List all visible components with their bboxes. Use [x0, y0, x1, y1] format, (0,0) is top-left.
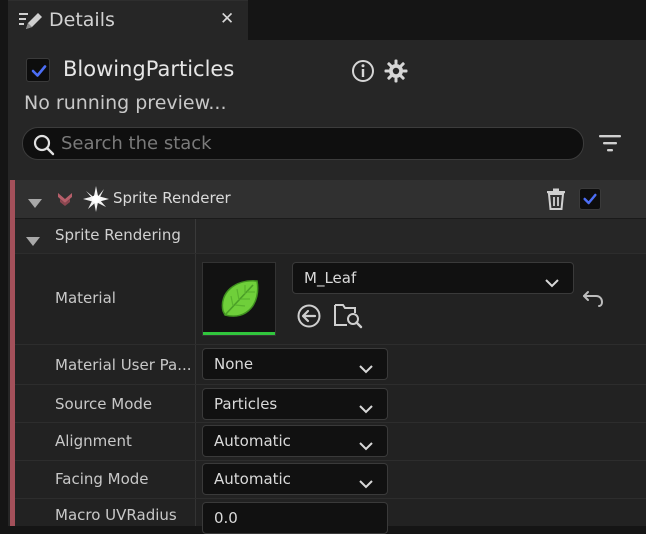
- module-header-sprite-renderer[interactable]: Sprite Renderer: [15, 180, 646, 218]
- close-icon[interactable]: ✕: [220, 9, 234, 29]
- trash-icon[interactable]: [545, 188, 567, 214]
- property-label: Material User Pa...: [55, 356, 192, 374]
- leaf-thumbnail-icon: [215, 275, 265, 329]
- column-divider: [195, 219, 196, 253]
- stage-icon: [57, 191, 73, 211]
- reset-to-default-icon[interactable]: [582, 290, 604, 312]
- checkmark-icon: [583, 193, 597, 205]
- column-divider: [195, 423, 196, 460]
- collapse-arrow-icon[interactable]: [26, 232, 40, 251]
- search-box[interactable]: [22, 127, 584, 160]
- facing-mode-combo[interactable]: Automatic: [202, 463, 388, 495]
- system-enabled-checkbox[interactable]: [26, 58, 50, 82]
- number-value: 0.0: [214, 509, 238, 527]
- collapse-arrow-icon[interactable]: [28, 194, 42, 213]
- combo-value: None: [214, 355, 254, 373]
- preview-status: No running preview...: [24, 92, 227, 114]
- system-name: BlowingParticles: [63, 57, 235, 81]
- property-row-source-mode: Source Mode Particles: [15, 384, 646, 422]
- module-title: Sprite Renderer: [113, 189, 231, 207]
- property-row-material: Material M_Leaf: [15, 253, 646, 344]
- filter-icon[interactable]: [598, 133, 622, 157]
- search-input[interactable]: [61, 130, 571, 157]
- details-pencil-icon: [18, 10, 44, 32]
- chevron-down-icon: [359, 474, 373, 493]
- column-divider: [195, 499, 196, 526]
- property-row-alignment: Alignment Automatic: [15, 422, 646, 460]
- source-mode-combo[interactable]: Particles: [202, 388, 388, 420]
- column-divider: [195, 385, 196, 422]
- material-value: M_Leaf: [304, 269, 357, 287]
- chevron-down-icon: [545, 273, 559, 292]
- property-row-macro-uv-radius: Macro UVRadius 0.0: [15, 498, 646, 534]
- sprite-burst-icon: [83, 186, 109, 216]
- column-divider: [195, 461, 196, 498]
- material-thumbnail[interactable]: [202, 262, 276, 336]
- chevron-down-icon: [359, 399, 373, 418]
- details-panel: BlowingParticles No running preview... S…: [8, 40, 646, 534]
- macro-uv-radius-input[interactable]: 0.0: [202, 502, 388, 534]
- chevron-down-icon: [359, 359, 373, 378]
- info-icon[interactable]: [351, 59, 375, 87]
- tab-bar: Details ✕: [0, 0, 646, 40]
- use-selected-asset-icon[interactable]: [296, 303, 322, 333]
- gear-icon[interactable]: [384, 59, 408, 87]
- property-label: Material: [55, 289, 116, 307]
- material-combo[interactable]: M_Leaf: [292, 262, 574, 294]
- property-label: Source Mode: [55, 395, 153, 413]
- column-divider: [195, 345, 196, 384]
- browse-folder-icon[interactable]: [333, 301, 363, 333]
- material-user-param-combo[interactable]: None: [202, 348, 388, 380]
- alignment-combo[interactable]: Automatic: [202, 425, 388, 457]
- stack-view: Sprite Renderer Sprite Rendering Materia…: [10, 180, 646, 534]
- property-label: Macro UVRadius: [55, 506, 177, 524]
- column-divider: [195, 254, 196, 344]
- property-label: Alignment: [55, 432, 132, 450]
- module-enabled-checkbox[interactable]: [579, 188, 601, 210]
- tab-details[interactable]: Details ✕: [8, 0, 248, 40]
- section-title: Sprite Rendering: [55, 226, 181, 244]
- thumbnail-status-bar: [203, 332, 275, 335]
- search-icon: [33, 134, 55, 160]
- chevron-down-icon: [359, 436, 373, 455]
- property-label: Facing Mode: [55, 470, 149, 488]
- combo-value: Automatic: [214, 432, 291, 450]
- property-row-facing-mode: Facing Mode Automatic: [15, 460, 646, 498]
- tab-title: Details: [49, 9, 115, 31]
- checkmark-icon: [31, 65, 47, 77]
- section-header-sprite-rendering[interactable]: Sprite Rendering: [15, 219, 646, 253]
- combo-value: Automatic: [214, 470, 291, 488]
- combo-value: Particles: [214, 395, 278, 413]
- property-row-material-user-param: Material User Pa... None: [15, 344, 646, 384]
